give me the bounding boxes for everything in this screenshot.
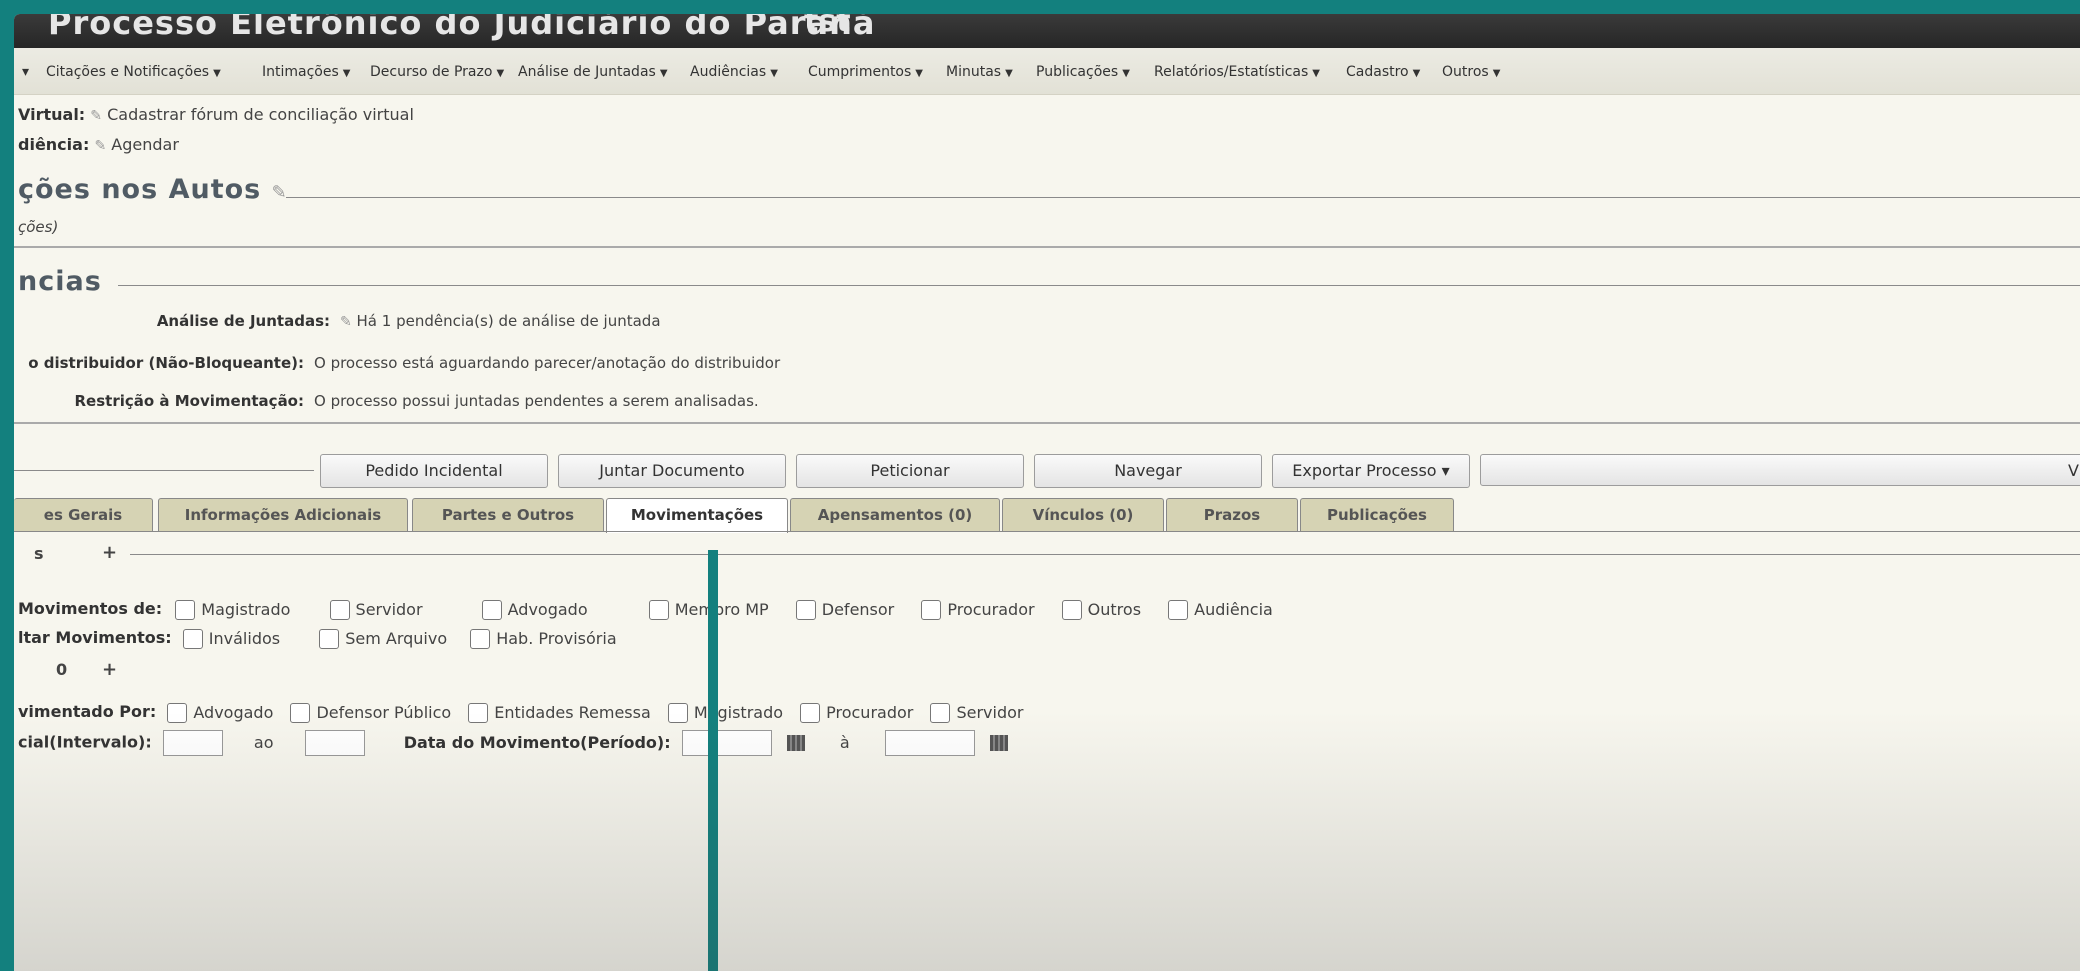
checkbox-outros[interactable]: Outros — [1061, 599, 1141, 620]
menu-cadastro[interactable]: Cadastro ▼ — [1346, 64, 1420, 80]
checkbox-invalidos[interactable]: Inválidos — [182, 628, 280, 649]
checkbox-procurador-por[interactable]: Procurador — [800, 702, 913, 723]
tab-publicacoes[interactable]: Publicações — [1300, 498, 1454, 531]
menu-outros[interactable]: Outros ▼ — [1442, 64, 1500, 80]
divider — [118, 285, 2080, 286]
environment-label: tst — [804, 14, 851, 39]
pendencia-value: O processo possui juntadas pendentes a s… — [314, 392, 759, 410]
checkbox-magistrado[interactable]: Magistrado — [175, 599, 290, 620]
checkbox-audiencia[interactable]: Audiência — [1168, 599, 1273, 620]
pencil-icon[interactable]: ✎ — [340, 314, 352, 330]
calendar-icon[interactable] — [786, 735, 805, 751]
movimentado-por-label: vimentado Por: — [18, 702, 157, 721]
tab-movimentacoes[interactable]: Movimentações — [606, 498, 788, 533]
navegar-button[interactable]: Navegar — [1034, 454, 1262, 488]
filter-group-title: s — [34, 544, 44, 563]
tab-vinculos[interactable]: Vínculos (0) — [1002, 498, 1164, 531]
menu-decurso[interactable]: Decurso de Prazo ▼ — [370, 64, 504, 80]
main-menu: ▾ Citações e Notificações ▼ Intimações ▼ D… — [14, 48, 2080, 95]
pendencia-value: ✎ Há 1 pendência(s) de análise de juntad… — [340, 312, 661, 330]
app-title: Processo Eletrônico do Judiciário do Par… — [48, 14, 876, 42]
exportar-processo-button[interactable]: Exportar Processo ▾ — [1272, 454, 1470, 488]
section-title-anotacoes: ções nos Autos ✎ — [18, 174, 288, 205]
menu-cumprimentos[interactable]: Cumprimentos ▼ — [808, 64, 923, 80]
app-window: Processo Eletrônico do Judiciário do Par… — [14, 14, 2080, 971]
divider — [14, 470, 314, 471]
expand-icon[interactable]: + — [102, 659, 117, 680]
movimentos-de-row: Movimentos de: Magistrado Servidor Advog… — [18, 599, 1273, 620]
divider — [14, 246, 2080, 248]
checkbox-advogado[interactable]: Advogado — [481, 599, 588, 620]
checkbox-servidor-por[interactable]: Servidor — [930, 702, 1023, 723]
title-bar: Processo Eletrônico do Judiciário do Par… — [14, 14, 2080, 48]
menu-analise-juntadas[interactable]: Análise de Juntadas ▼ — [518, 64, 668, 80]
forum-virtual-label: Virtual: — [18, 105, 86, 124]
tab-divider — [14, 531, 2080, 532]
a-label: à — [839, 732, 850, 752]
tab-prazos[interactable]: Prazos — [1166, 498, 1298, 531]
audiencia-row: diência: ✎ Agendar — [18, 135, 179, 154]
divider — [286, 197, 2080, 198]
anotacoes-subtitle: ções) — [18, 218, 59, 236]
audiencia-label: diência: — [18, 135, 90, 154]
pendencia-label: Análise de Juntadas: — [156, 312, 330, 330]
checkbox-defensor-publico[interactable]: Defensor Público — [290, 702, 451, 723]
checkbox-procurador[interactable]: Procurador — [921, 599, 1035, 620]
pencil-icon[interactable]: ✎ — [272, 182, 288, 203]
checkbox-magistrado-por[interactable]: Magistrado — [667, 702, 783, 723]
checkbox-advogado-por[interactable]: Advogado — [167, 702, 273, 723]
data-start-input[interactable] — [681, 730, 772, 756]
forum-virtual-link[interactable]: Cadastrar fórum de conciliação virtual — [107, 105, 414, 124]
menu-audiencias[interactable]: Audiências ▼ — [690, 64, 778, 80]
checkbox-servidor[interactable]: Servidor — [329, 599, 423, 620]
divider — [130, 554, 2080, 555]
juntar-documento-button[interactable]: Juntar Documento — [558, 454, 786, 488]
intervalo-row: cial(Intervalo): ao Data do Movimento(Pe… — [18, 730, 1008, 756]
checkbox-defensor[interactable]: Defensor — [795, 599, 894, 620]
pendencia-link[interactable]: Há 1 pendência(s) de análise de juntada — [357, 312, 661, 330]
ao-label: ao — [253, 732, 274, 752]
intervalo-label: cial(Intervalo): — [18, 732, 152, 752]
expand-icon[interactable]: + — [102, 542, 117, 563]
pencil-icon[interactable]: ✎ — [90, 108, 102, 124]
menu-citacoes[interactable]: Citações e Notificações ▼ — [46, 64, 221, 80]
tab-informacoes-adicionais[interactable]: Informações Adicionais — [158, 498, 408, 531]
ocultar-movimentos-label: ltar Movimentos: — [18, 628, 172, 647]
tab-informacoes-gerais[interactable]: es Gerais — [14, 498, 153, 531]
data-end-input[interactable] — [884, 730, 975, 756]
agendar-link[interactable]: Agendar — [111, 135, 179, 154]
menu-relatorios[interactable]: Relatórios/Estatísticas ▼ — [1154, 64, 1320, 80]
menu-intimacoes[interactable]: Intimações ▼ — [262, 64, 350, 80]
movimentos-de-label: Movimentos de: — [18, 599, 163, 618]
pencil-icon[interactable]: ✎ — [94, 138, 106, 154]
divider — [14, 422, 2080, 424]
text-cursor-marker — [708, 550, 718, 971]
tab-apensamentos[interactable]: Apensamentos (0) — [790, 498, 1000, 531]
intervalo-start-input[interactable] — [162, 730, 223, 756]
more-button[interactable]: V — [1480, 454, 2080, 486]
calendar-icon[interactable] — [989, 735, 1008, 751]
pendencia-label: o distribuidor (Não-Bloqueante): — [28, 354, 304, 372]
menu-minutas[interactable]: Minutas ▼ — [946, 64, 1013, 80]
pendencia-value: O processo está aguardando parecer/anota… — [314, 354, 781, 372]
checkbox-sem-arquivo[interactable]: Sem Arquivo — [319, 628, 447, 649]
peticionar-button[interactable]: Peticionar — [796, 454, 1024, 488]
pedido-incidental-button[interactable]: Pedido Incidental — [320, 454, 548, 488]
menu-arrow-icon[interactable]: ▾ — [22, 64, 29, 80]
movimentado-por-row: vimentado Por: Advogado Defensor Público… — [18, 702, 1023, 723]
pendencia-label: Restrição à Movimentação: — [74, 392, 305, 410]
menu-publicacoes[interactable]: Publicações ▼ — [1036, 64, 1130, 80]
tab-partes-e-outros[interactable]: Partes e Outros — [412, 498, 604, 531]
section-title-pendencias: ncias — [18, 266, 102, 297]
ocultar-movimentos-row: ltar Movimentos: Inválidos Sem Arquivo H… — [18, 628, 617, 649]
checkbox-hab-provisoria[interactable]: Hab. Provisória — [470, 628, 617, 649]
forum-virtual-row: Virtual: ✎ Cadastrar fórum de conciliaçã… — [18, 105, 414, 124]
intervalo-end-input[interactable] — [304, 730, 365, 756]
checkbox-entidades-remessa[interactable]: Entidades Remessa — [468, 702, 651, 723]
filter-group-count: 0 — [56, 660, 68, 679]
data-movimento-label: Data do Movimento(Período): — [403, 732, 671, 752]
